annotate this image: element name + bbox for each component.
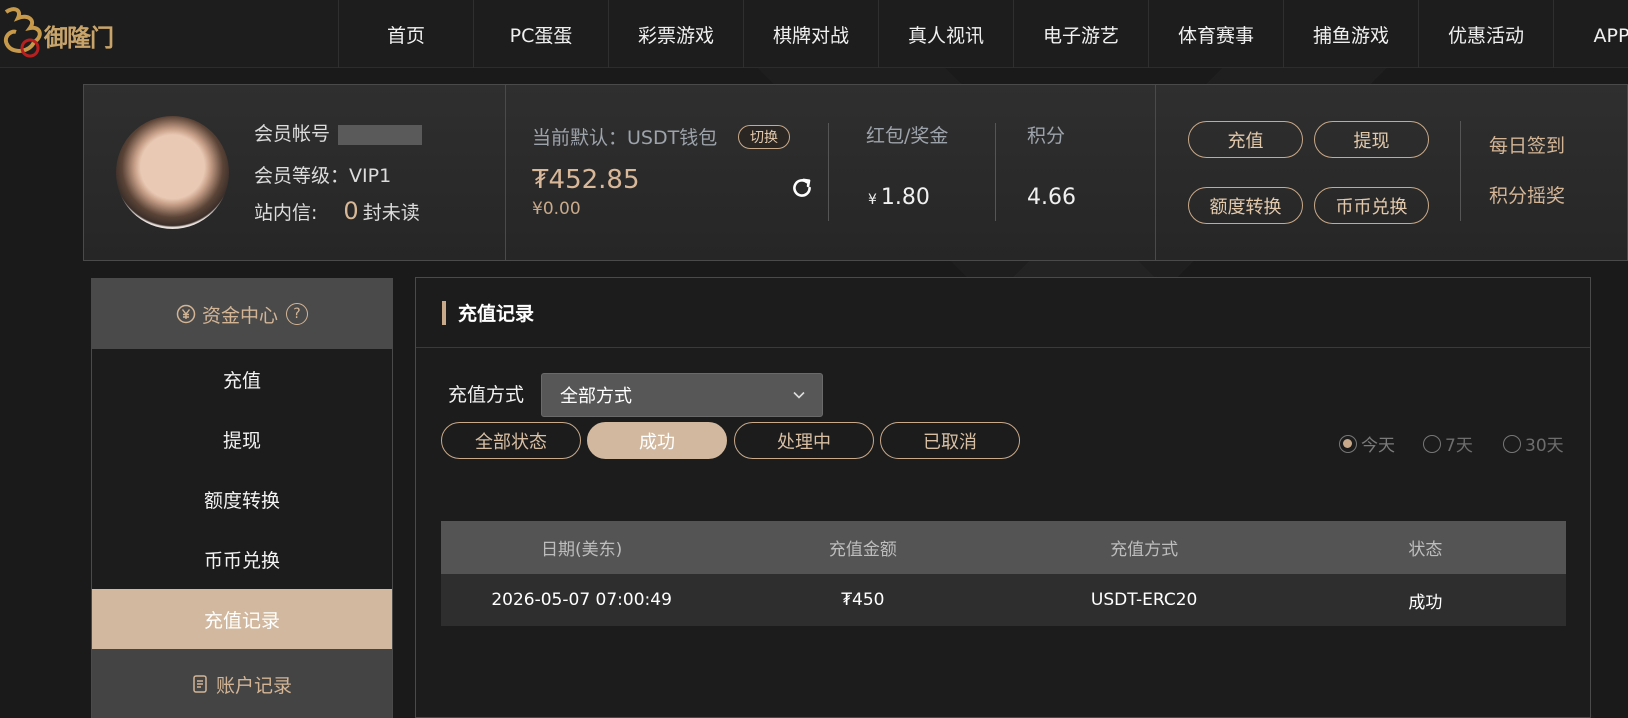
- switch-wallet-button[interactable]: 切换: [738, 125, 790, 149]
- exchange-button[interactable]: 币币兑换: [1314, 187, 1429, 224]
- points-lottery-link[interactable]: 积分摇奖: [1489, 181, 1565, 208]
- column-header-date: 日期(美东): [540, 540, 623, 560]
- withdraw-button[interactable]: 提现: [1314, 121, 1429, 158]
- radio-dot: [1339, 434, 1357, 453]
- radio-dot: [1423, 434, 1441, 453]
- default-wallet-label: 当前默认：USDT钱包: [532, 127, 718, 149]
- bonus-value: ¥1.80: [868, 185, 930, 210]
- radio-dot: [1503, 434, 1521, 453]
- status-filter-cancelled[interactable]: 已取消: [880, 422, 1020, 459]
- table-header: 日期(美东) 充值金额 充值方式 状态: [441, 521, 1566, 574]
- points-value: 4.66: [1027, 185, 1076, 210]
- yen-icon: [176, 304, 196, 324]
- divider: [995, 123, 996, 221]
- cell-date: 2026-05-07 07:00:49: [491, 590, 672, 610]
- main-nav: 首页 PC蛋蛋 彩票游戏 棋牌对战 真人视讯 电子游艺 体育赛事 捕鱼游戏 优惠…: [338, 0, 1628, 68]
- nav-home[interactable]: 首页: [338, 0, 473, 68]
- cell-amount: ₮450: [841, 590, 885, 610]
- page-title: 充值记录: [458, 303, 535, 325]
- site-logo[interactable]: 御隆门: [0, 4, 120, 64]
- user-summary-panel: 会员帐号 会员等级：VIP1 站内信: 0 封未读 当前默认：USDT钱包 切换 ₮…: [83, 84, 1628, 261]
- account-masked-value: [338, 124, 423, 145]
- sidebar-item-transfer[interactable]: 额度转换: [92, 469, 392, 529]
- refresh-icon[interactable]: [789, 175, 815, 201]
- logo-text: 御隆门: [44, 23, 114, 52]
- table-row: 2026-05-07 07:00:49 ₮450 USDT-ERC20 成功: [441, 574, 1566, 626]
- level-label: 会员等级：: [254, 165, 350, 187]
- nav-fishing[interactable]: 捕鱼游戏: [1283, 0, 1418, 68]
- nav-pc-egg[interactable]: PC蛋蛋: [473, 0, 608, 68]
- sidebar-title: 资金中心: [201, 304, 278, 327]
- wallet-balance: ₮452.85: [532, 165, 640, 195]
- inbox-label: 站内信:: [254, 202, 318, 224]
- top-header: 御隆门 首页 PC蛋蛋 彩票游戏 棋牌对战 真人视讯 电子游艺 体育赛事 捕鱼游…: [0, 0, 1628, 68]
- method-select[interactable]: 全部方式: [541, 373, 823, 417]
- sidebar-item-exchange[interactable]: 币币兑换: [92, 529, 392, 589]
- range-today[interactable]: 今天: [1339, 431, 1395, 456]
- funds-sidebar: 资金中心 ? 充值 提现 额度转换 币币兑换 充值记录 账户记录: [91, 278, 393, 718]
- account-records-label: 账户记录: [215, 674, 292, 697]
- nav-sports[interactable]: 体育赛事: [1148, 0, 1283, 68]
- status-filter-processing[interactable]: 处理中: [734, 422, 874, 459]
- status-filter-success[interactable]: 成功: [587, 422, 727, 459]
- chevron-down-icon: [793, 391, 805, 399]
- status-filter-all[interactable]: 全部状态: [441, 422, 581, 459]
- sidebar-header: 资金中心 ?: [92, 279, 392, 349]
- sidebar-item-withdraw[interactable]: 提现: [92, 409, 392, 469]
- unread-count: 0: [343, 197, 359, 225]
- range-30days[interactable]: 30天: [1503, 431, 1564, 456]
- avatar: [116, 116, 229, 229]
- divider: [1460, 121, 1461, 221]
- deposit-records-panel: 充值记录 充值方式 全部方式 全部状态 成功 处理中 已取消 今天 7天 30天…: [415, 277, 1591, 718]
- divider: [505, 85, 506, 260]
- method-select-value: 全部方式: [560, 386, 632, 407]
- column-header-status: 状态: [1408, 540, 1443, 560]
- sidebar-item-deposit-records[interactable]: 充值记录: [92, 589, 392, 649]
- bonus-currency: ¥: [868, 192, 877, 208]
- nav-card-games[interactable]: 棋牌对战: [743, 0, 878, 68]
- cell-method: USDT-ERC20: [1090, 590, 1198, 610]
- method-filter-label: 充值方式: [448, 384, 525, 406]
- account-row: 会员帐号: [254, 119, 423, 146]
- sidebar-item-deposit[interactable]: 充值: [92, 349, 392, 409]
- deposit-records-table: 日期(美东) 充值金额 充值方式 状态 2026-05-07 07:00:49 …: [441, 521, 1566, 626]
- sidebar-account-records[interactable]: 账户记录: [92, 649, 392, 718]
- column-header-method: 充值方式: [1110, 540, 1179, 560]
- inbox-row[interactable]: 站内信: 0 封未读: [254, 197, 420, 225]
- divider: [828, 123, 829, 221]
- wallet-balance-cny: ¥0.00: [532, 199, 581, 219]
- range-today-label: 今天: [1361, 436, 1395, 456]
- title-accent-bar: [442, 300, 446, 325]
- nav-lottery[interactable]: 彩票游戏: [608, 0, 743, 68]
- transfer-button[interactable]: 额度转换: [1188, 187, 1303, 224]
- daily-signin-link[interactable]: 每日签到: [1489, 131, 1565, 158]
- nav-promotions[interactable]: 优惠活动: [1418, 0, 1553, 68]
- range-7days-label: 7天: [1445, 436, 1473, 456]
- level-row: 会员等级：VIP1: [254, 161, 391, 188]
- panel-header: 充值记录: [416, 278, 1590, 348]
- help-icon[interactable]: ?: [286, 303, 308, 325]
- points-label: 积分: [1027, 125, 1066, 147]
- nav-live-video[interactable]: 真人视讯: [878, 0, 1013, 68]
- unread-suffix: 封未读: [362, 202, 420, 224]
- account-label: 会员帐号: [254, 123, 331, 145]
- divider: [1155, 85, 1156, 260]
- deposit-button[interactable]: 充值: [1188, 121, 1303, 158]
- column-header-amount: 充值金额: [828, 540, 897, 560]
- nav-app-download[interactable]: APP下: [1553, 0, 1628, 68]
- nav-slots[interactable]: 电子游艺: [1013, 0, 1148, 68]
- bonus-label: 红包/奖金: [866, 125, 949, 147]
- records-icon: [193, 675, 207, 693]
- range-7days[interactable]: 7天: [1423, 431, 1473, 456]
- level-value: VIP1: [349, 165, 392, 187]
- bonus-amount: 1.80: [880, 185, 930, 210]
- dragon-logo-icon: [3, 7, 42, 58]
- range-30days-label: 30天: [1525, 436, 1564, 456]
- cell-status: 成功: [1408, 592, 1443, 613]
